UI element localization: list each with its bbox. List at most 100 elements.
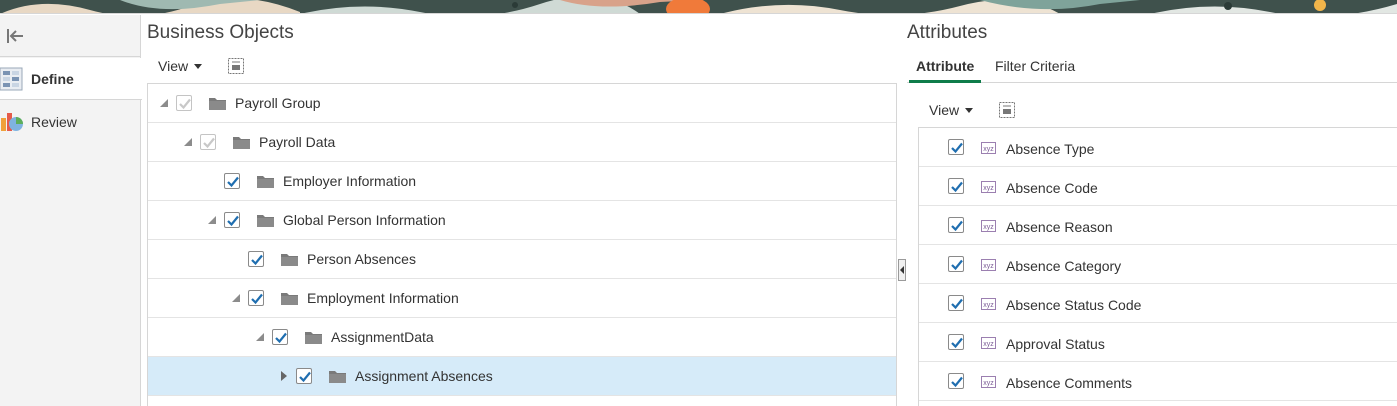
detach-icon[interactable] [228, 58, 244, 74]
attributes-view-menu-button[interactable]: View [929, 102, 974, 118]
row-checkbox [176, 95, 192, 111]
tree-row-label: Global Person Information [283, 212, 446, 228]
panel-splitter-handle[interactable] [898, 259, 906, 281]
tab-label: Attribute [916, 58, 975, 74]
attribute-label: Absence Category [1006, 258, 1122, 274]
sidebar-item-label: Define [31, 70, 74, 87]
expanded-triangle-icon[interactable] [160, 99, 168, 107]
business-objects-tree: Payroll Group Payroll Data Employer Inform… [147, 83, 897, 406]
folder-icon [305, 330, 322, 344]
attribute-row[interactable]: xyz Absence Reason [919, 206, 1397, 245]
define-grid-icon [0, 67, 23, 91]
attribute-checkbox[interactable] [948, 178, 964, 194]
folder-icon [209, 96, 226, 110]
folder-icon [281, 252, 298, 266]
row-checkbox[interactable] [224, 212, 240, 228]
checkmark-icon [951, 298, 963, 310]
tree-row[interactable]: Employment Information [148, 279, 896, 318]
chevron-down-icon [965, 107, 974, 113]
attribute-row[interactable]: xyz Absence Code [919, 167, 1397, 206]
attribute-row[interactable]: xyz Absence Status Code [919, 284, 1397, 323]
tree-row[interactable]: AssignmentData [148, 318, 896, 357]
attribute-checkbox[interactable] [948, 295, 964, 311]
sidebar-item-define[interactable]: Define [0, 58, 142, 100]
folder-icon [257, 213, 274, 227]
checkmark-icon [951, 376, 963, 388]
attribute-row[interactable]: xyz Absence Comments [919, 362, 1397, 401]
tree-row-label: Employer Information [283, 173, 417, 189]
svg-text:xyz: xyz [983, 341, 994, 348]
chevron-down-icon [194, 63, 203, 69]
sidebar-item-review[interactable]: Review [0, 101, 141, 143]
attribute-row[interactable]: xyz Absence Type [919, 128, 1397, 167]
checkmark-icon [275, 332, 287, 344]
tree-row[interactable]: Employer Information [148, 162, 896, 201]
attribute-checkbox[interactable] [948, 139, 964, 155]
tab-attribute[interactable]: Attribute [909, 55, 982, 83]
tree-row-label: AssignmentData [331, 329, 434, 345]
review-chart-icon [1, 113, 23, 131]
checkmark-icon [227, 215, 239, 227]
folder-icon [281, 291, 298, 305]
text-attribute-icon: xyz [981, 220, 996, 232]
svg-text:xyz: xyz [983, 185, 994, 192]
collapse-sidebar-button[interactable] [0, 15, 140, 57]
text-attribute-icon: xyz [981, 142, 996, 154]
svg-text:xyz: xyz [983, 302, 994, 309]
tree-row[interactable]: Assignment Absences [148, 357, 896, 396]
header-banner [0, 0, 1397, 14]
row-checkbox[interactable] [272, 329, 288, 345]
text-attribute-icon: xyz [981, 259, 996, 271]
tree-row[interactable]: Person Absences [148, 240, 896, 279]
tree-row[interactable]: Payroll Group [148, 84, 896, 123]
row-checkbox[interactable] [248, 290, 264, 306]
expanded-triangle-icon[interactable] [232, 294, 240, 302]
row-checkbox[interactable] [296, 368, 312, 384]
view-menu-label: View [158, 58, 189, 74]
expanded-triangle-icon[interactable] [184, 138, 192, 146]
attribute-checkbox[interactable] [948, 256, 964, 272]
tab-filter-criteria[interactable]: Filter Criteria [995, 55, 1075, 83]
svg-text:xyz: xyz [983, 146, 994, 153]
checkmark-icon [299, 371, 311, 383]
view-menu-button[interactable]: View [158, 58, 203, 74]
view-menu-label: View [929, 102, 960, 118]
attributes-tabs: Attribute Filter Criteria [907, 55, 1397, 83]
checkmark-icon [251, 254, 263, 266]
attribute-label: Approval Status [1006, 336, 1105, 352]
folder-icon [257, 174, 274, 188]
checkmark-icon [227, 176, 239, 188]
sidebar-item-label: Review [31, 114, 77, 130]
expanded-triangle-icon[interactable] [208, 216, 216, 224]
detach-icon[interactable] [999, 102, 1015, 118]
business-objects-title: Business Objects [147, 22, 294, 43]
attribute-label: Absence Code [1006, 180, 1098, 196]
tree-row-label: Payroll Data [259, 134, 336, 150]
svg-text:xyz: xyz [983, 380, 994, 387]
attribute-row[interactable]: xyz Absence Category [919, 245, 1397, 284]
tree-row[interactable]: Global Person Information [148, 201, 896, 240]
checkmark-icon [951, 337, 963, 349]
tab-label: Filter Criteria [995, 58, 1076, 74]
checkmark-icon [951, 220, 963, 232]
attribute-label: Absence Status Code [1006, 297, 1142, 313]
text-attribute-icon: xyz [981, 337, 996, 349]
expanded-triangle-icon[interactable] [256, 333, 264, 341]
tree-row[interactable]: Payroll Data [148, 123, 896, 162]
attributes-title: Attributes [907, 22, 988, 43]
checkmark-icon [951, 181, 963, 193]
attributes-table: xyz Absence Type xyz Absence Code xyz Absence… [918, 127, 1397, 406]
attribute-checkbox[interactable] [948, 217, 964, 233]
attribute-checkbox[interactable] [948, 334, 964, 350]
attribute-checkbox[interactable] [948, 373, 964, 389]
row-checkbox[interactable] [248, 251, 264, 267]
attribute-row[interactable]: xyz Approval Status [919, 323, 1397, 362]
row-checkbox [200, 134, 216, 150]
tree-row-label: Employment Information [307, 290, 459, 306]
row-checkbox[interactable] [224, 173, 240, 189]
collapsed-triangle-icon[interactable] [281, 371, 287, 381]
tree-row-label: Assignment Absences [355, 368, 493, 384]
text-attribute-icon: xyz [981, 376, 996, 388]
text-attribute-icon: xyz [981, 181, 996, 193]
checkmark-icon [179, 98, 191, 110]
